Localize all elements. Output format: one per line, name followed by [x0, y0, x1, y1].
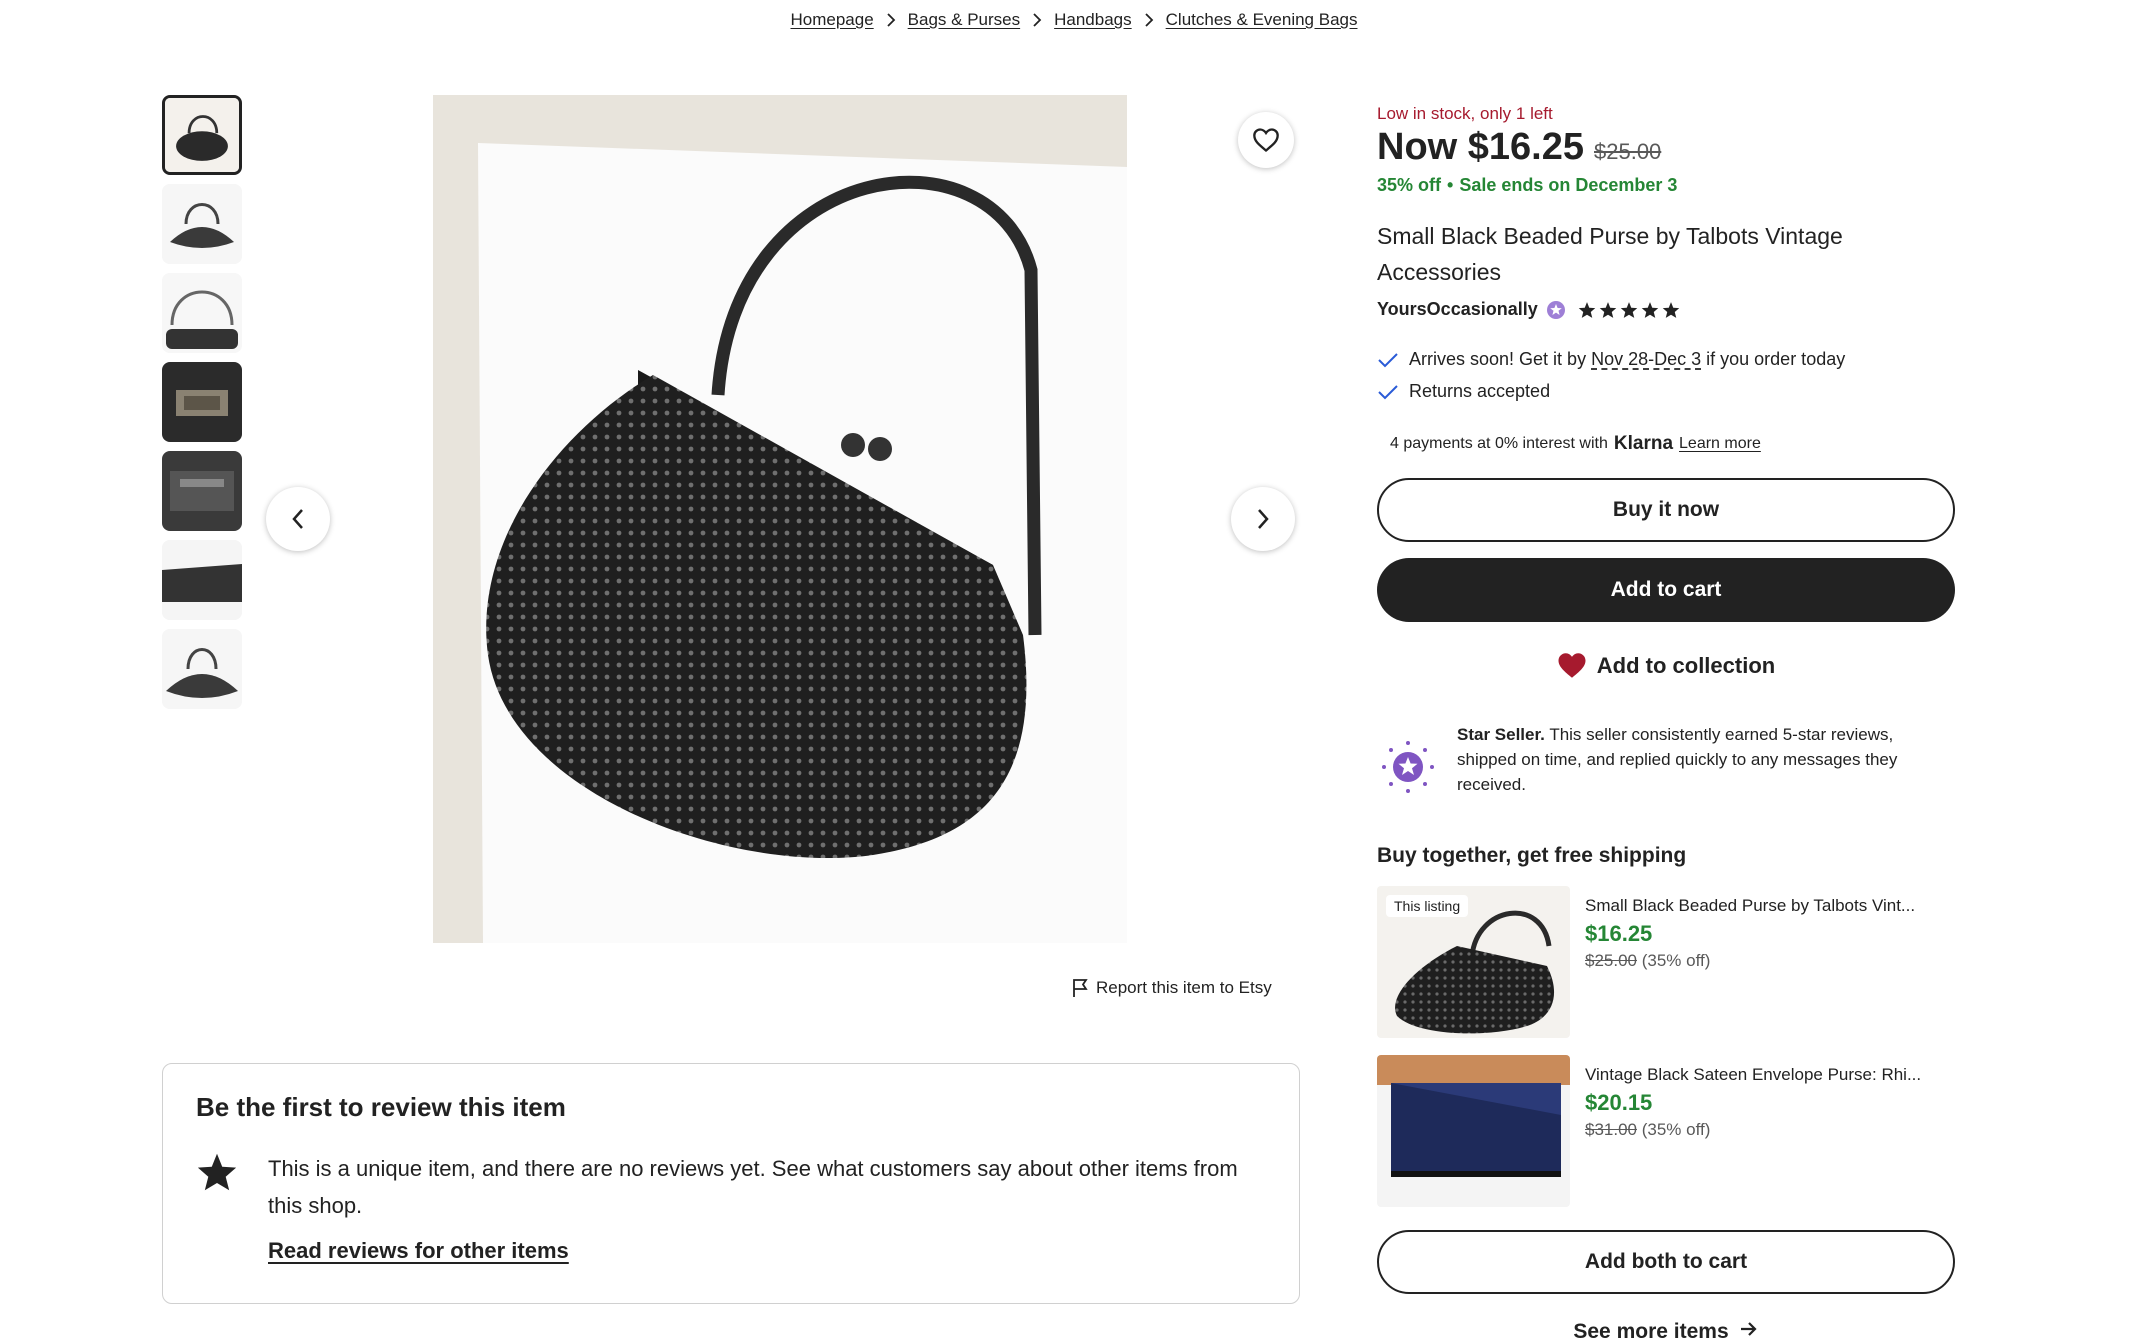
klarna-info: 4 payments at 0% interest with Klarna Le…: [1390, 433, 1761, 455]
breadcrumb: Homepage Bags & Purses Handbags Clutches…: [0, 10, 2148, 30]
see-more-label: See more items: [1573, 1320, 1729, 1343]
read-reviews-link[interactable]: Read reviews for other items: [268, 1238, 569, 1264]
flag-icon: [1073, 979, 1088, 997]
returns-info: Returns accepted: [1377, 381, 1550, 402]
original-price: $25.00: [1594, 139, 1662, 164]
add-both-to-cart-button[interactable]: Add both to cart: [1377, 1230, 1955, 1294]
breadcrumb-clutches[interactable]: Clutches & Evening Bags: [1166, 10, 1358, 30]
bundle-item[interactable]: Vintage Black Sateen Envelope Purse: Rhi…: [1377, 1055, 1955, 1207]
breadcrumb-homepage[interactable]: Homepage: [791, 10, 874, 30]
product-title: Small Black Beaded Purse by Talbots Vint…: [1377, 223, 1843, 285]
reviews-section: Be the first to review this item This is…: [162, 1063, 1300, 1304]
bundle-item-price: $16.25: [1585, 921, 1653, 946]
reviews-body: This is a unique item, and there are no …: [268, 1156, 1238, 1218]
reviews-title: Be the first to review this item: [196, 1092, 566, 1122]
star-icon: [1641, 301, 1658, 318]
this-listing-tag: This listing: [1386, 895, 1469, 917]
thumbnail-1[interactable]: [162, 95, 242, 175]
bundle-item-image[interactable]: [1377, 1055, 1570, 1207]
breadcrumb-handbags[interactable]: Handbags: [1054, 10, 1132, 30]
star-icon: [196, 1152, 238, 1197]
star-icon: [1662, 301, 1679, 318]
thumbnail-3[interactable]: [162, 273, 242, 353]
star-icon: [1599, 301, 1616, 318]
star-seller-info: Star Seller. This seller consistently ea…: [1377, 722, 1955, 798]
bundle-item-price: $20.15: [1585, 1090, 1653, 1115]
star-seller-text: Star Seller. This seller consistently ea…: [1457, 722, 1955, 798]
star-seller-badge-icon: [1382, 741, 1434, 793]
bundle-original-amount: $31.00: [1585, 1120, 1637, 1139]
bundle-original-amount: $25.00: [1585, 951, 1637, 970]
star-seller-badge-icon: [1546, 300, 1565, 319]
price-row: Now $16.25 $25.00: [1377, 126, 1661, 169]
discount-label: 35% off: [1377, 175, 1442, 195]
bundle-item-original-price: $31.00 (35% off): [1585, 1120, 1710, 1140]
chevron-right-icon: [1032, 13, 1042, 27]
shop-name-link[interactable]: YoursOccasionally: [1377, 299, 1538, 320]
heart-filled-icon: [1558, 653, 1586, 678]
sale-ends-label: Sale ends on December 3: [1459, 175, 1678, 195]
checkmark-icon: [1378, 384, 1398, 399]
star-icon: [1620, 301, 1637, 318]
thumbnail-list: [162, 95, 244, 718]
arrow-right-icon: [1740, 1322, 1757, 1336]
chevron-left-icon: [292, 509, 303, 529]
add-to-cart-button[interactable]: Add to cart: [1377, 558, 1955, 622]
current-price: Now $16.25: [1377, 126, 1584, 168]
bundle-title: Buy together, get free shipping: [1377, 844, 1687, 867]
report-label: Report this item to Etsy: [1096, 978, 1272, 997]
klarna-text: 4 payments at 0% interest with: [1390, 435, 1608, 452]
bundle-item-name[interactable]: Vintage Black Sateen Envelope Purse: Rhi…: [1585, 1065, 1955, 1085]
thumbnail-2[interactable]: [162, 184, 242, 264]
klarna-logo: Klarna: [1613, 433, 1674, 454]
buy-it-now-button[interactable]: Buy it now: [1377, 478, 1955, 542]
thumbnail-6[interactable]: [162, 540, 242, 620]
previous-image-button[interactable]: [266, 487, 330, 551]
klarna-learn-more-link[interactable]: Learn more: [1679, 435, 1761, 453]
stock-notice: Low in stock, only 1 left: [1377, 104, 1553, 123]
star-icon: [1578, 301, 1595, 318]
returns-label: Returns accepted: [1409, 381, 1551, 401]
shop-info: YoursOccasionally: [1377, 299, 1680, 320]
sale-info: 35% off • Sale ends on December 3: [1377, 175, 1678, 195]
bundle-item-original-price: $25.00 (35% off): [1585, 951, 1710, 971]
breadcrumb-bags-purses[interactable]: Bags & Purses: [908, 10, 1020, 30]
thumbnail-4[interactable]: [162, 362, 242, 442]
star-seller-title: Star Seller.: [1457, 725, 1545, 744]
delivery-estimate: Arrives soon! Get it by Nov 28-Dec 3 if …: [1377, 349, 1845, 370]
chevron-right-icon: [886, 13, 896, 27]
report-item-link[interactable]: Report this item to Etsy: [1072, 978, 1272, 998]
bundle-item-name[interactable]: Small Black Beaded Purse by Talbots Vint…: [1585, 896, 1955, 916]
thumbnail-5[interactable]: [162, 451, 242, 531]
delivery-prefix: Arrives soon! Get it by: [1409, 349, 1592, 369]
thumbnail-7[interactable]: [162, 629, 242, 709]
checkmark-icon: [1378, 352, 1398, 367]
next-image-button[interactable]: [1231, 487, 1295, 551]
heart-outline-icon: [1253, 128, 1279, 153]
see-more-items-link[interactable]: See more items: [1377, 1320, 1955, 1343]
bundle-discount: (35% off): [1641, 1120, 1711, 1139]
favorite-button[interactable]: [1238, 112, 1294, 168]
shop-rating-stars: [1578, 301, 1680, 319]
bundle-discount: (35% off): [1641, 951, 1711, 970]
add-to-collection-label: Add to collection: [1596, 652, 1776, 678]
chevron-right-icon: [1258, 509, 1269, 529]
delivery-dates[interactable]: Nov 28-Dec 3: [1591, 349, 1701, 369]
bundle-item[interactable]: This listing Small Black Beaded Purse by…: [1377, 886, 1955, 1038]
delivery-suffix: if you order today: [1701, 349, 1846, 369]
add-to-collection-button[interactable]: Add to collection: [1377, 652, 1955, 679]
chevron-right-icon: [1144, 13, 1154, 27]
main-product-image[interactable]: [433, 95, 1127, 943]
